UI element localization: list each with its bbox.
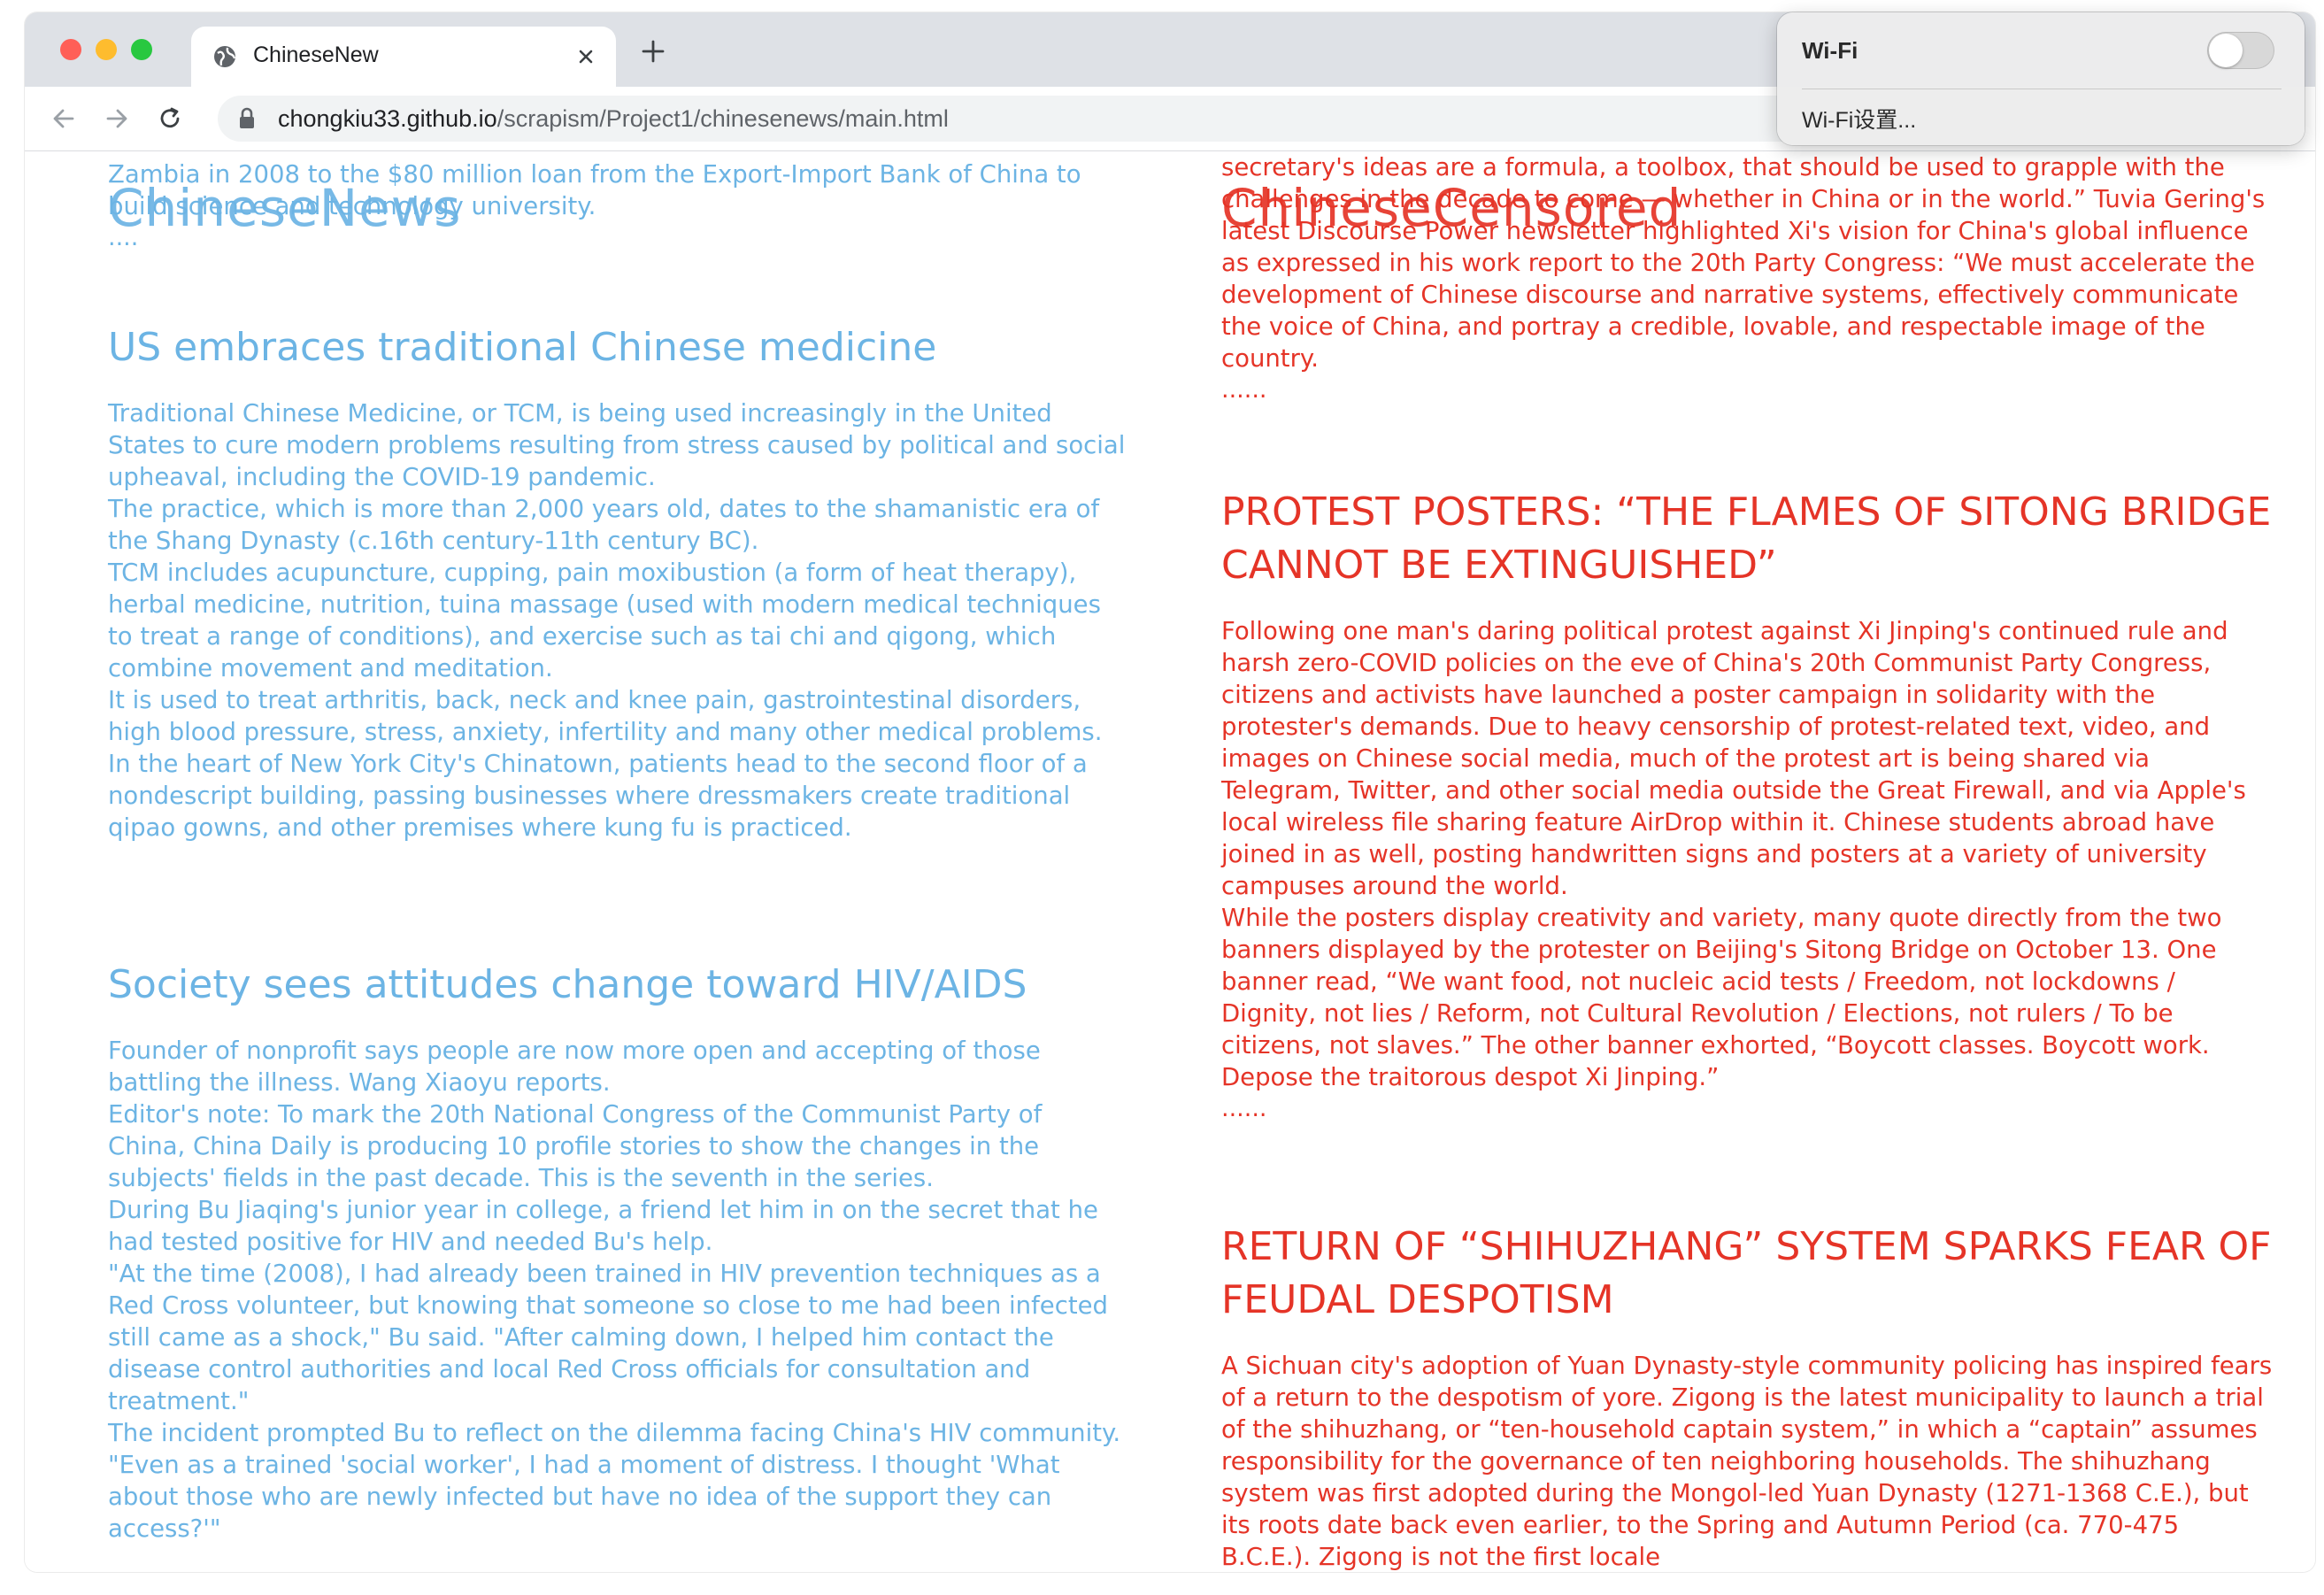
globe-icon xyxy=(214,46,236,67)
wifi-settings-item[interactable]: Wi-Fi设置... xyxy=(1802,103,1916,135)
article-paragraph: During Bu Jiaqing's junior year in colle… xyxy=(108,1196,1098,1256)
article-paragraph: Traditional Chinese Medicine, or TCM, is… xyxy=(108,399,1126,491)
article: PROTEST POSTERS: “THE FLAMES OF SITONG B… xyxy=(1221,486,2274,1125)
url-path: /scrapism/Project1/chinesenews/main.html xyxy=(496,105,949,132)
article-headline[interactable]: Society sees attitudes change toward HIV… xyxy=(108,959,1126,1012)
article-headline[interactable]: RETURN OF “SHIHUZHANG” SYSTEM SPARKS FEA… xyxy=(1221,1221,2274,1327)
article-paragraph: It is used to treat arthritis, back, nec… xyxy=(108,686,1103,746)
chinese-censored-column: secretary's ideas are a formula, a toolb… xyxy=(1221,151,2274,1572)
article-paragraph: The incident prompted Bu to reflect on t… xyxy=(108,1419,1121,1543)
tab-title: ChineseNew xyxy=(253,42,379,67)
url-text[interactable]: chongkiu33.github.io/scrapism/Project1/c… xyxy=(278,105,949,133)
url-host: chongkiu33.github.io xyxy=(278,105,497,132)
reload-icon[interactable] xyxy=(154,103,186,135)
chinese-news-column: Zambia in 2008 to the $80 million loan f… xyxy=(108,158,1126,1545)
browser-window: ChineseNew chongkiu33.github.io/scrapism… xyxy=(25,12,2315,1572)
ellipsis-marker: ...... xyxy=(1221,1095,1267,1122)
lock-icon[interactable] xyxy=(237,107,257,130)
article-paragraph: Founder of nonprofit says people are now… xyxy=(108,1036,1041,1097)
wifi-toggle-knob xyxy=(2209,34,2243,67)
close-icon[interactable] xyxy=(573,44,598,69)
forward-arrow-icon[interactable] xyxy=(101,103,133,135)
wifi-toggle[interactable] xyxy=(2207,32,2274,69)
back-arrow-icon[interactable] xyxy=(48,103,80,135)
article-paragraph: "At the time (2008), I had already been … xyxy=(108,1260,1108,1415)
wifi-menu: Wi-Fi Wi-Fi设置... xyxy=(1777,12,2305,145)
wifi-title: Wi-Fi xyxy=(1802,37,1858,64)
chinese-news-logo: ChineseNews xyxy=(108,178,462,238)
article-paragraph: While the posters display creativity and… xyxy=(1221,904,2222,1091)
chinese-censored-logo: ChineseCensored xyxy=(1221,178,1682,238)
article: US embraces traditional Chinese medicine… xyxy=(108,321,1126,844)
article: RETURN OF “SHIHUZHANG” SYSTEM SPARKS FEA… xyxy=(1221,1221,2274,1572)
window-minimize-button[interactable] xyxy=(96,39,117,60)
article-headline[interactable]: PROTEST POSTERS: “THE FLAMES OF SITONG B… xyxy=(1221,486,2274,592)
article-paragraph: TCM includes acupuncture, cupping, pain … xyxy=(108,559,1101,682)
article-headline[interactable]: US embraces traditional Chinese medicine xyxy=(108,321,1126,374)
ellipsis-marker: ...... xyxy=(1221,376,1267,404)
article-paragraph: Following one man's daring political pro… xyxy=(1221,617,2246,900)
window-close-button[interactable] xyxy=(60,39,81,60)
new-tab-button[interactable] xyxy=(639,37,667,65)
window-maximize-button[interactable] xyxy=(131,39,152,60)
article-paragraph: A Sichuan city's adoption of Yuan Dynast… xyxy=(1221,1352,2273,1571)
article: Society sees attitudes change toward HIV… xyxy=(108,959,1126,1545)
article-paragraph: In the heart of New York City's Chinatow… xyxy=(108,750,1088,842)
article-paragraph: Editor's note: To mark the 20th National… xyxy=(108,1100,1043,1192)
web-page: Zambia in 2008 to the $80 million loan f… xyxy=(25,151,2315,1572)
browser-tab[interactable]: ChineseNew xyxy=(191,27,616,87)
article-paragraph: The practice, which is more than 2,000 y… xyxy=(108,495,1100,555)
